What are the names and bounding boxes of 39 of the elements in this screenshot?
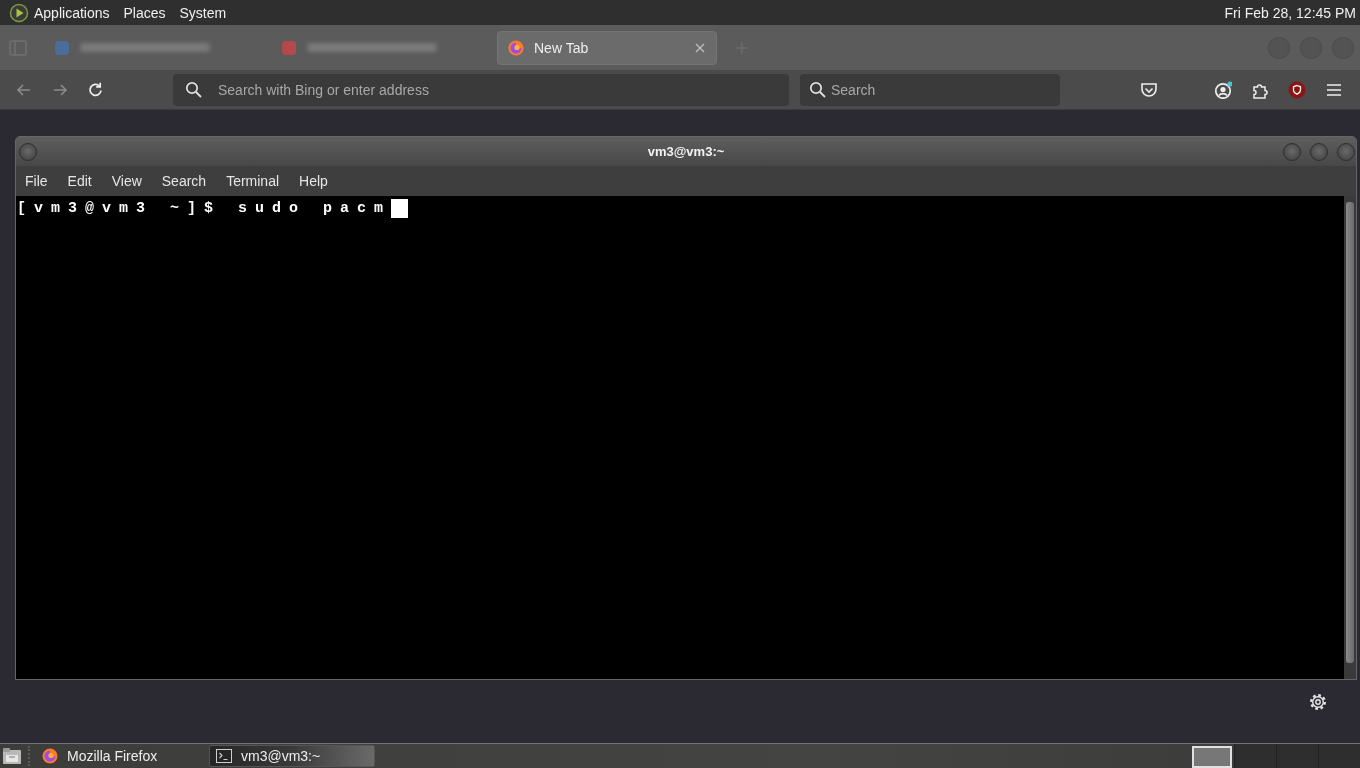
maximize-button[interactable] <box>1310 142 1328 161</box>
menu-item[interactable]: Edit <box>57 173 102 189</box>
close-icon[interactable] <box>694 41 706 54</box>
terminal-text: [vm3@vm3 ~]$ sudo pacm <box>17 199 392 217</box>
address-field[interactable]: Search with Bing or enter address <box>173 73 789 106</box>
menu-item[interactable]: Search <box>151 173 217 189</box>
pocket-icon[interactable] <box>1139 80 1158 99</box>
window-title: vm3@vm3:~ <box>647 144 725 159</box>
shield-badge-icon[interactable] <box>1287 80 1306 99</box>
close-button[interactable] <box>1337 142 1355 161</box>
minimize-button[interactable] <box>1283 142 1301 161</box>
site-icon <box>54 39 70 56</box>
taskbar-button[interactable]: Mozilla Firefox <box>35 745 201 767</box>
browser-logo-icon <box>42 748 58 764</box>
menu-item[interactable]: Terminal <box>216 173 290 189</box>
site-icon <box>281 39 297 56</box>
scrollbar-thumb[interactable] <box>1346 202 1354 663</box>
search-icon <box>185 80 203 99</box>
browser-logo-icon <box>508 39 524 56</box>
menu-item[interactable]: View <box>101 173 152 189</box>
menu-item[interactable]: File <box>16 173 58 189</box>
account-icon[interactable] <box>1213 80 1232 99</box>
scrollbar[interactable] <box>1344 196 1356 679</box>
browser-tab[interactable]: New Tab <box>497 30 717 65</box>
reload-icon <box>87 80 105 99</box>
panel-menu[interactable]: Places <box>123 4 173 21</box>
window-menu-button[interactable] <box>19 142 37 161</box>
taskbar-button[interactable]: vm3@vm3:~ <box>209 745 375 767</box>
folder-icon[interactable] <box>2 747 22 765</box>
search-field[interactable]: Search <box>800 73 1060 106</box>
terminal-icon <box>216 749 232 763</box>
menu-logo-icon[interactable] <box>9 2 29 23</box>
clock: Fri Feb 28, 12:45 PM <box>1224 4 1356 21</box>
text-cursor <box>391 198 409 218</box>
menu-item[interactable]: Help <box>289 173 338 189</box>
panel-menu[interactable]: Applications <box>34 4 117 21</box>
settings-icon[interactable] <box>1309 693 1327 711</box>
panel-menu[interactable]: System <box>179 4 234 21</box>
search-icon <box>809 80 827 99</box>
